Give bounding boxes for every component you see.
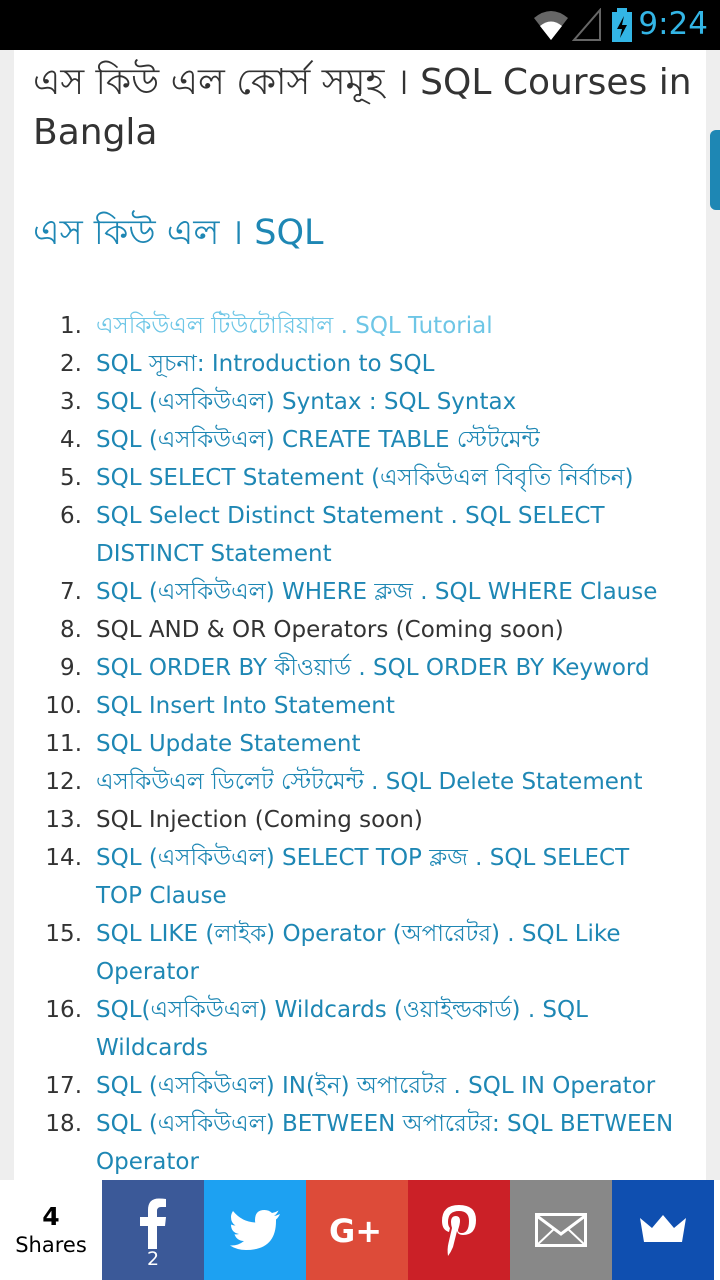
course-list-item[interactable]: 7. SQL (এসকিউএল) WHERE ক্লজ . SQL WHERE C… bbox=[14, 573, 706, 611]
article-content: এস কিউ এল কোর্স সমূহ । SQL Courses in Ba… bbox=[14, 50, 706, 1180]
course-link[interactable]: SQL (এসকিউএল) SELECT TOP ক্লজ . SQL SELE… bbox=[96, 845, 629, 909]
course-link[interactable]: SQL (এসকিউএল) BETWEEN অপারেটর: SQL BETWE… bbox=[96, 1111, 673, 1175]
email-icon bbox=[535, 1213, 587, 1247]
pinterest-icon bbox=[442, 1205, 476, 1256]
cellular-signal-icon bbox=[572, 8, 601, 41]
course-list-item[interactable]: 15. SQL LIKE (লাইক) Operator (অপারেটর) . … bbox=[14, 915, 706, 991]
course-list-item[interactable]: 18. SQL (এসকিউএল) BETWEEN অপারেটর: SQL BE… bbox=[14, 1105, 706, 1180]
email-share-button[interactable] bbox=[510, 1180, 612, 1280]
course-list-item[interactable]: 12. এসকিউএল ডিলেট স্টেটমেন্ট . SQL Delete… bbox=[14, 763, 706, 801]
course-list-item[interactable]: 6. SQL Select Distinct Statement . SQL SE… bbox=[14, 497, 706, 573]
course-link[interactable]: SQL ORDER BY কীওয়ার্ড . SQL ORDER BY Ke… bbox=[96, 655, 650, 681]
course-list-item[interactable]: 2. SQL সূচনা: Introduction to SQL bbox=[14, 345, 706, 383]
course-number: 7. bbox=[60, 579, 82, 605]
course-link[interactable]: SQL Insert Into Statement bbox=[96, 693, 395, 719]
course-list-item: 8. SQL AND & OR Operators (Coming soon) bbox=[14, 611, 706, 649]
course-list-item[interactable]: 3. SQL (এসকিউএল) Syntax : SQL Syntax bbox=[14, 383, 706, 421]
course-number: 2. bbox=[60, 351, 82, 377]
course-link[interactable]: SQL সূচনা: Introduction to SQL bbox=[96, 351, 434, 377]
share-count: 4 Shares bbox=[0, 1180, 102, 1280]
page-title: এস কিউ এল কোর্স সমূহ । SQL Courses in Ba… bbox=[33, 62, 692, 153]
course-link[interactable]: SQL (এসকিউএল) IN(ইন) অপারেটর . SQL IN Op… bbox=[96, 1073, 655, 1099]
course-list-item[interactable]: 5. SQL SELECT Statement (এসকিউএল বিবৃতি ন… bbox=[14, 459, 706, 497]
course-link[interactable]: SQL Select Distinct Statement . SQL SELE… bbox=[96, 503, 605, 567]
course-number: 4. bbox=[60, 427, 82, 453]
course-number: 5. bbox=[60, 465, 82, 491]
course-number: 16. bbox=[45, 997, 82, 1023]
battery-charging-icon bbox=[612, 8, 632, 42]
course-list: 1. এসকিউএল টিউটোরিয়াল . SQL Tutorial 2. SQ… bbox=[14, 307, 706, 1180]
course-number: 11. bbox=[45, 731, 82, 757]
svg-text:G+: G+ bbox=[329, 1212, 382, 1248]
facebook-share-button[interactable]: 2 bbox=[102, 1180, 204, 1280]
course-number: 6. bbox=[60, 503, 82, 529]
course-link[interactable]: SQL SELECT Statement (এসকিউএল বিবৃতি নির… bbox=[96, 465, 634, 491]
course-number: 1. bbox=[60, 313, 82, 339]
course-number: 10. bbox=[45, 693, 82, 719]
course-list-item[interactable]: 11. SQL Update Statement bbox=[14, 725, 706, 763]
facebook-share-count: 2 bbox=[146, 1248, 160, 1270]
status-bar: 9:24 bbox=[0, 0, 720, 50]
course-number: 8. bbox=[60, 617, 82, 643]
scroll-handle[interactable] bbox=[710, 130, 720, 210]
course-number: 9. bbox=[60, 655, 82, 681]
course-list-item[interactable]: 9. SQL ORDER BY কীওয়ার্ড . SQL ORDER BY … bbox=[14, 649, 706, 687]
course-label: SQL Injection (Coming soon) bbox=[96, 807, 423, 833]
course-list-item[interactable]: 16. SQL(এসকিউএল) Wildcards (ওয়াইল্ডকার্ড… bbox=[14, 991, 706, 1067]
course-link[interactable]: এসকিউএল টিউটোরিয়াল . SQL Tutorial bbox=[96, 313, 493, 339]
course-link[interactable]: SQL LIKE (লাইক) Operator (অপারেটর) . SQL… bbox=[96, 921, 621, 985]
course-number: 14. bbox=[45, 845, 82, 871]
course-link[interactable]: SQL Update Statement bbox=[96, 731, 360, 757]
share-total-label: Shares bbox=[15, 1233, 87, 1257]
course-list-item[interactable]: 10. SQL Insert Into Statement bbox=[14, 687, 706, 725]
wifi-icon bbox=[534, 11, 568, 40]
section-heading-sql[interactable]: এস কিউ এল । SQL bbox=[33, 210, 324, 256]
course-link[interactable]: এসকিউএল ডিলেট স্টেটমেন্ট . SQL Delete St… bbox=[96, 769, 642, 795]
course-number: 15. bbox=[45, 921, 82, 947]
course-number: 18. bbox=[45, 1111, 82, 1137]
course-list-item[interactable]: 1. এসকিউএল টিউটোরিয়াল . SQL Tutorial bbox=[14, 307, 706, 345]
crown-icon bbox=[640, 1215, 686, 1242]
course-number: 13. bbox=[45, 807, 82, 833]
course-list-item[interactable]: 14. SQL (এসকিউএল) SELECT TOP ক্লজ . SQL S… bbox=[14, 839, 706, 915]
google-plus-share-button[interactable]: G+ bbox=[306, 1180, 408, 1280]
share-total: 4 bbox=[42, 1202, 60, 1231]
course-number: 12. bbox=[45, 769, 82, 795]
more-share-button[interactable] bbox=[612, 1180, 714, 1280]
google-plus-icon: G+ bbox=[329, 1212, 382, 1248]
clock: 9:24 bbox=[638, 6, 708, 42]
course-link[interactable]: SQL (এসকিউএল) WHERE ক্লজ . SQL WHERE Cla… bbox=[96, 579, 657, 605]
share-bar: 4 Shares 2 G+ bbox=[0, 1180, 720, 1280]
course-list-item[interactable]: 4. SQL (এসকিউএল) CREATE TABLE স্টেটমেন্ট bbox=[14, 421, 706, 459]
course-label: SQL AND & OR Operators (Coming soon) bbox=[96, 617, 564, 643]
twitter-icon bbox=[230, 1210, 280, 1250]
pinterest-share-button[interactable] bbox=[408, 1180, 510, 1280]
facebook-icon bbox=[140, 1198, 166, 1249]
course-link[interactable]: SQL (এসকিউএল) CREATE TABLE স্টেটমেন্ট bbox=[96, 427, 540, 453]
course-link[interactable]: SQL (এসকিউএল) Syntax : SQL Syntax bbox=[96, 389, 516, 415]
course-number: 17. bbox=[45, 1073, 82, 1099]
course-link[interactable]: SQL(এসকিউএল) Wildcards (ওয়াইল্ডকার্ড) .… bbox=[96, 997, 588, 1061]
course-number: 3. bbox=[60, 389, 82, 415]
course-list-item: 13. SQL Injection (Coming soon) bbox=[14, 801, 706, 839]
course-list-item[interactable]: 17. SQL (এসকিউএল) IN(ইন) অপারেটর . SQL IN… bbox=[14, 1067, 706, 1105]
twitter-share-button[interactable] bbox=[204, 1180, 306, 1280]
